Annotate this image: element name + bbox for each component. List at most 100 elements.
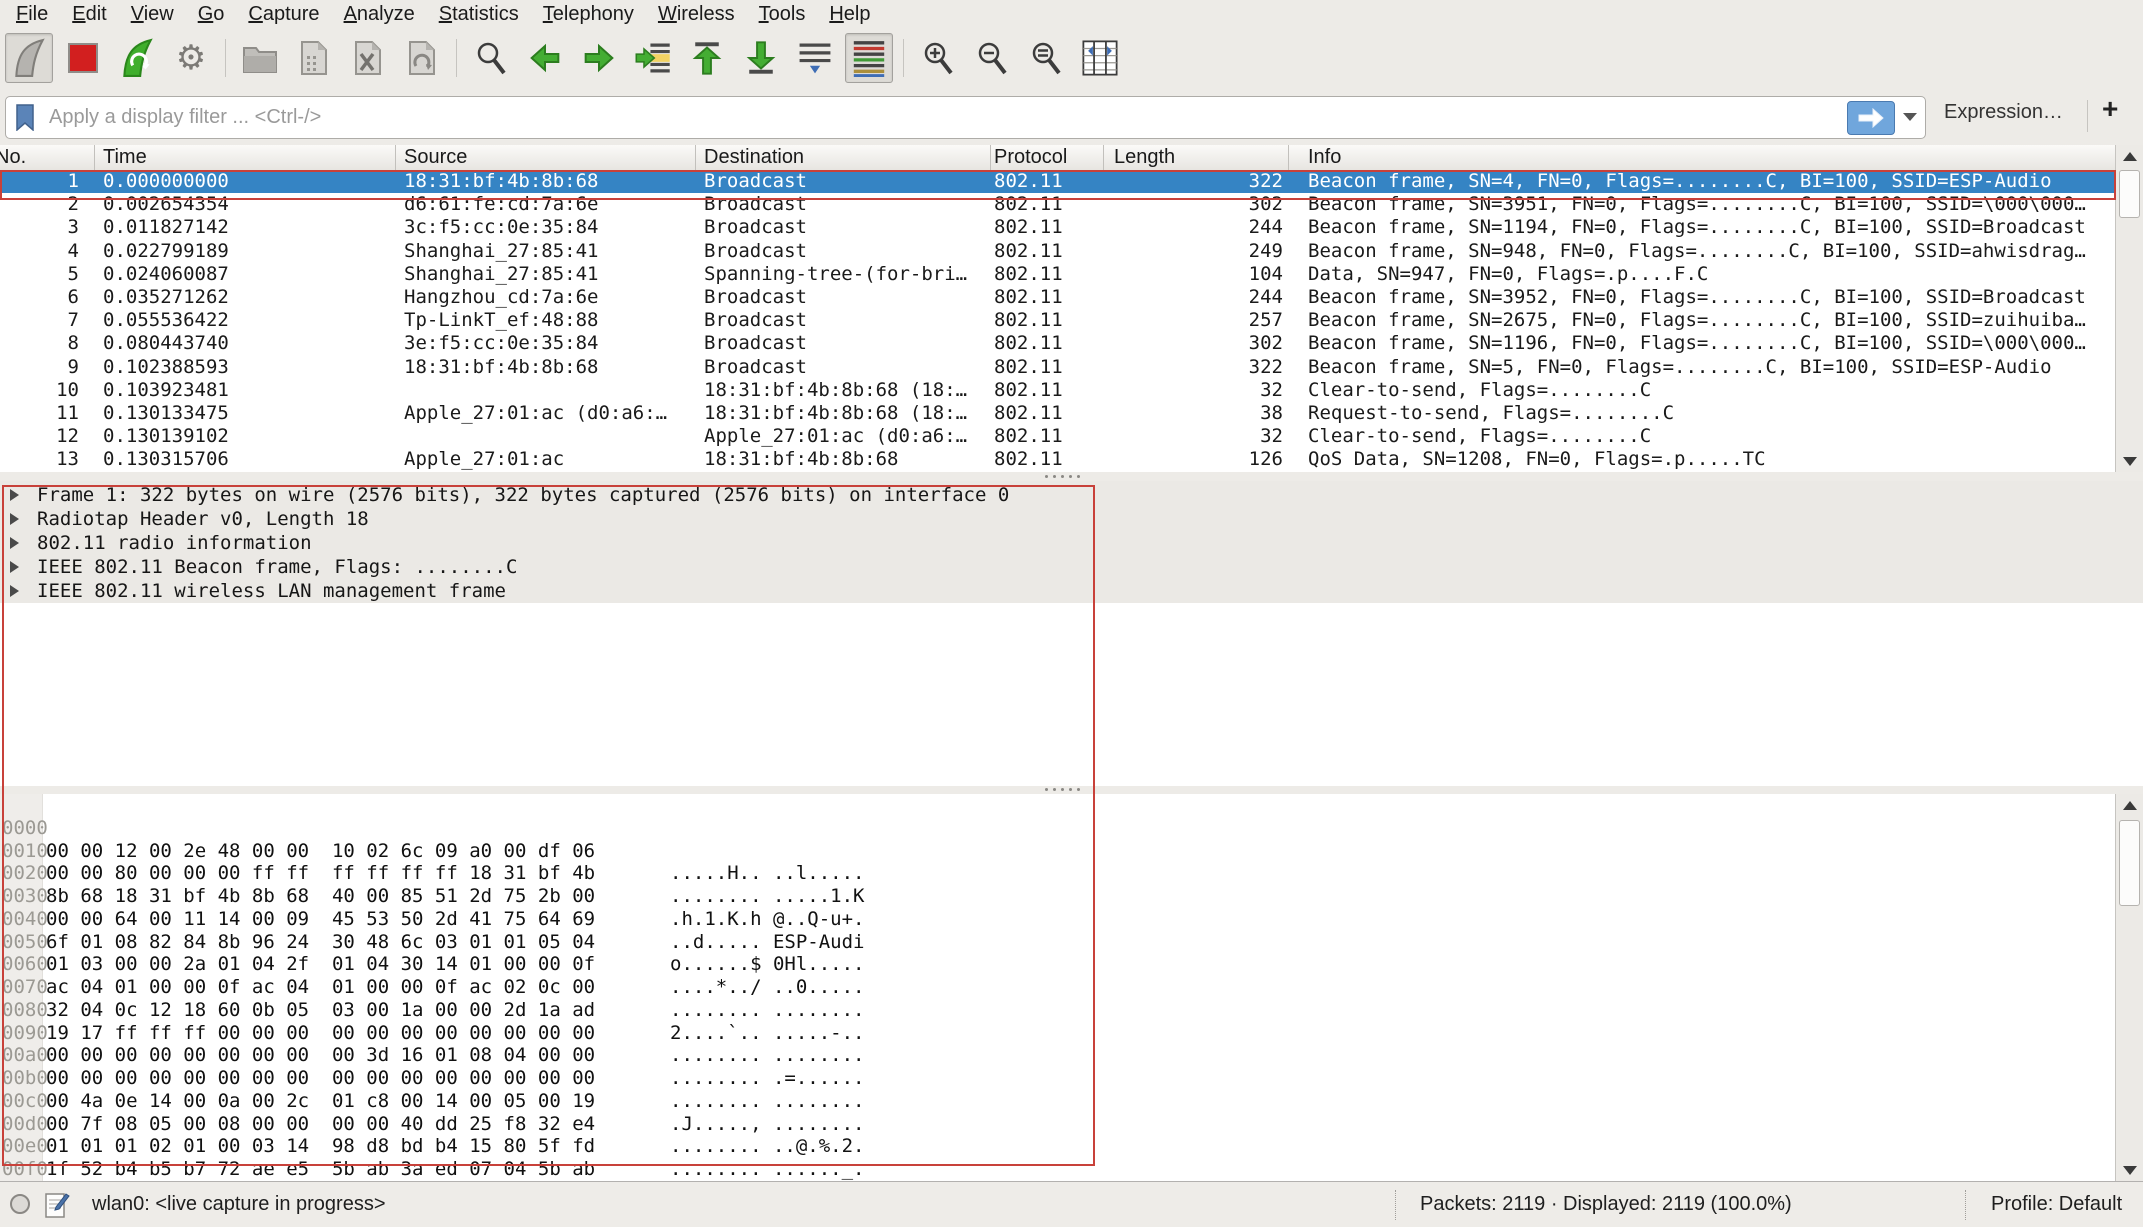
scroll-down-button[interactable] — [2116, 1159, 2143, 1181]
expander-triangle-icon[interactable] — [10, 561, 19, 573]
go-to-packet-button[interactable] — [629, 33, 677, 83]
packet-row[interactable]: 1 0.000000000 18:31:bf:4b:8b:68 Broadcas… — [0, 170, 2115, 193]
go-back-button[interactable] — [521, 33, 569, 83]
bookmark-icon[interactable] — [15, 104, 35, 131]
hex-row[interactable]: 00a0 00 00 00 00 00 00 00 00 00 00 00 00… — [0, 1022, 2115, 1045]
packet-row[interactable]: 2 0.002654354 d6:61:fe:cd:7a:6e Broadcas… — [0, 193, 2115, 216]
detail-row[interactable]: 802.11 radio information — [0, 531, 2143, 555]
zoom-reset-button[interactable] — [1022, 33, 1070, 83]
menu-item[interactable]: Telephony — [531, 3, 646, 26]
menu-item[interactable]: Wireless — [646, 3, 747, 26]
packet-row[interactable]: 8 0.080443740 3e:f5:cc:0e:35:84 Broadcas… — [0, 332, 2115, 355]
hex-row[interactable]: 00b0 00 4a 0e 14 00 0a 00 2c 01 c8 00 14… — [0, 1044, 2115, 1067]
column-separator[interactable] — [94, 145, 95, 170]
add-filter-button[interactable]: + — [2102, 93, 2118, 125]
menu-item[interactable]: Help — [817, 3, 882, 26]
column-separator[interactable] — [1288, 145, 1289, 170]
menu-item[interactable]: Go — [186, 3, 237, 26]
stop-capture-button[interactable] — [59, 33, 107, 83]
apply-filter-button[interactable] — [1847, 101, 1895, 135]
packet-row[interactable]: 13 0.130315706 Apple_27:01:ac 18:31:bf:4… — [0, 448, 2115, 471]
packet-row[interactable]: 4 0.022799189 Shanghai_27:85:41 Broadcas… — [0, 240, 2115, 263]
hex-row[interactable]: 0020 8b 68 18 31 bf 4b 8b 68 40 00 85 51… — [0, 840, 2115, 863]
open-file-button[interactable] — [236, 33, 284, 83]
hex-row[interactable]: 0070 32 04 0c 12 18 60 0b 05 03 00 1a 00… — [0, 953, 2115, 976]
column-header-time[interactable]: Time — [103, 146, 147, 169]
hex-row[interactable]: 00c0 00 7f 08 05 00 08 00 00 00 00 40 dd… — [0, 1067, 2115, 1090]
hex-pane-scrollbar[interactable] — [2115, 794, 2143, 1181]
column-header-info[interactable]: Info — [1308, 146, 1341, 169]
pane-splitter[interactable] — [0, 472, 2143, 481]
scrollbar-thumb[interactable] — [2119, 820, 2140, 906]
hex-row[interactable]: 0090 00 00 00 00 00 00 00 00 00 3d 16 01… — [0, 999, 2115, 1022]
column-header-no[interactable]: No. — [0, 146, 26, 169]
zoom-out-button[interactable] — [968, 33, 1016, 83]
menu-item[interactable]: Statistics — [427, 3, 531, 26]
menu-item[interactable]: Tools — [747, 3, 818, 26]
detail-row[interactable]: Frame 1: 322 bytes on wire (2576 bits), … — [0, 483, 2143, 507]
column-header-destination[interactable]: Destination — [704, 146, 804, 169]
detail-row[interactable]: IEEE 802.11 Beacon frame, Flags: .......… — [0, 555, 2143, 579]
expander-triangle-icon[interactable] — [10, 489, 19, 501]
column-separator[interactable] — [695, 145, 696, 170]
scroll-down-button[interactable] — [2116, 450, 2143, 472]
expander-triangle-icon[interactable] — [10, 537, 19, 549]
expression-button[interactable]: Expression… — [1944, 101, 2063, 124]
hex-row[interactable]: 0060 ac 04 01 00 00 0f ac 04 01 00 00 0f… — [0, 931, 2115, 954]
column-separator[interactable] — [395, 145, 396, 170]
menu-item[interactable]: File — [4, 3, 60, 26]
packet-list-scrollbar[interactable] — [2115, 145, 2143, 472]
column-separator[interactable] — [1103, 145, 1104, 170]
start-capture-button[interactable] — [5, 33, 53, 83]
capture-options-button[interactable]: ⚙ — [167, 33, 215, 83]
scroll-up-button[interactable] — [2116, 794, 2143, 816]
scroll-up-button[interactable] — [2116, 145, 2143, 167]
go-forward-button[interactable] — [575, 33, 623, 83]
display-filter-input[interactable] — [47, 105, 1925, 130]
column-header-length[interactable]: Length — [1114, 146, 1175, 169]
expander-triangle-icon[interactable] — [10, 513, 19, 525]
menu-item[interactable]: Capture — [236, 3, 331, 26]
detail-row[interactable]: IEEE 802.11 wireless LAN management fram… — [0, 579, 2143, 603]
capture-comment-icon[interactable] — [44, 1191, 70, 1219]
menu-item[interactable]: Edit — [60, 3, 118, 26]
profile-text[interactable]: Profile: Default — [1991, 1193, 2122, 1216]
go-first-packet-button[interactable] — [683, 33, 731, 83]
packet-row[interactable]: 11 0.130133475 Apple_27:01:ac (d0:a6:… 1… — [0, 402, 2115, 425]
filter-dropdown-caret[interactable] — [1903, 113, 1917, 121]
packet-row[interactable]: 10 0.103923481 18:31:bf:4b:8b:68 (18:… 8… — [0, 379, 2115, 402]
column-header-source[interactable]: Source — [404, 146, 467, 169]
hex-row[interactable]: 0040 6f 01 08 82 84 8b 96 24 30 48 6c 03… — [0, 885, 2115, 908]
hex-row[interactable]: 0100 50 f2 02 01 01 84 00 03 a4 00 00 27… — [0, 1158, 2115, 1181]
hex-row[interactable]: 0000 00 00 12 00 2e 48 00 00 10 02 6c 09… — [0, 794, 2115, 817]
hex-row[interactable]: 0080 19 17 ff ff ff 00 00 00 00 00 00 00… — [0, 976, 2115, 999]
hex-row[interactable]: 0030 00 00 64 00 11 14 00 09 45 53 50 2d… — [0, 862, 2115, 885]
packet-row[interactable]: 6 0.035271262 Hangzhou_cd:7a:6e Broadcas… — [0, 286, 2115, 309]
colorize-packets-button[interactable] — [845, 33, 893, 83]
packet-row[interactable]: 9 0.102388593 18:31:bf:4b:8b:68 Broadcas… — [0, 356, 2115, 379]
close-file-button[interactable] — [344, 33, 392, 83]
reload-file-button[interactable] — [398, 33, 446, 83]
packet-row[interactable]: 3 0.011827142 3c:f5:cc:0e:35:84 Broadcas… — [0, 216, 2115, 239]
auto-scroll-button[interactable] — [791, 33, 839, 83]
column-header-protocol[interactable]: Protocol — [994, 146, 1067, 169]
expander-triangle-icon[interactable] — [10, 585, 19, 597]
hex-row[interactable]: 0050 01 03 00 00 2a 01 04 2f 01 04 30 14… — [0, 908, 2115, 931]
packet-row[interactable]: 12 0.130139102 Apple_27:01:ac (d0:a6:… 8… — [0, 425, 2115, 448]
scrollbar-thumb[interactable] — [2119, 170, 2140, 218]
column-separator[interactable] — [990, 145, 991, 170]
pane-splitter[interactable] — [0, 786, 2143, 794]
resize-columns-button[interactable] — [1076, 33, 1124, 83]
menu-item[interactable]: View — [119, 3, 186, 26]
zoom-in-button[interactable] — [914, 33, 962, 83]
save-file-button[interactable] — [290, 33, 338, 83]
hex-row[interactable]: 0010 00 00 80 00 00 00 ff ff ff ff ff ff… — [0, 817, 2115, 840]
go-last-packet-button[interactable] — [737, 33, 785, 83]
hex-row[interactable]: 00d0 01 01 01 02 01 00 03 14 98 d8 bd b4… — [0, 1090, 2115, 1113]
packet-row[interactable]: 5 0.024060087 Shanghai_27:85:41 Spanning… — [0, 263, 2115, 286]
restart-capture-button[interactable] — [113, 33, 161, 83]
display-filter-field[interactable] — [5, 96, 1926, 139]
menu-item[interactable]: Analyze — [332, 3, 427, 26]
capture-status-icon[interactable] — [10, 1194, 30, 1214]
hex-row[interactable]: 00f0 3a ed dd 09 00 10 18 02 03 00 9c 00… — [0, 1135, 2115, 1158]
